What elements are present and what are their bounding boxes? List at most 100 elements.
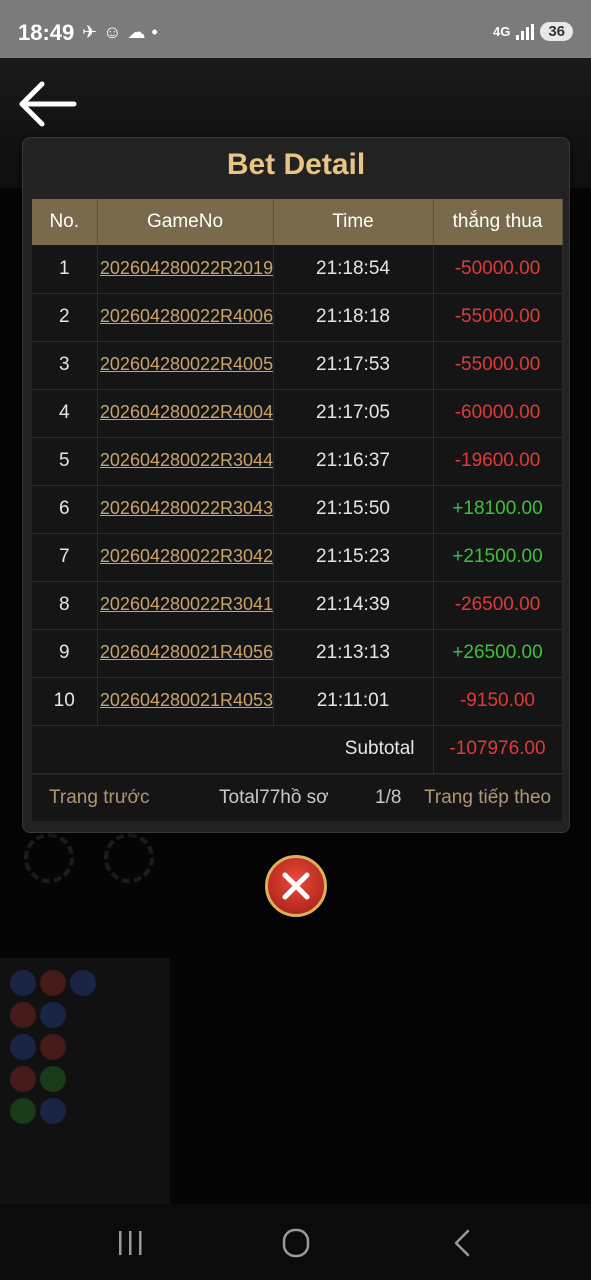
close-icon <box>282 872 310 900</box>
row-number: 6 <box>32 485 98 534</box>
system-nav-bar <box>0 1204 591 1280</box>
weather-icon: ☁ <box>127 22 146 42</box>
game-number-link[interactable]: 202604280021R4056 <box>99 642 275 663</box>
row-number: 10 <box>32 677 98 726</box>
subtotal-row: Subtotal -107976.00 <box>32 725 563 774</box>
game-number-cell: 202604280021R4053 <box>97 677 275 726</box>
table-row: 8 202604280022R3041 21:14:39 -26500.00 <box>32 581 563 630</box>
status-notification-icons: ✈ ☺ ☁ • <box>82 20 158 44</box>
bet-time: 21:17:05 <box>273 389 434 438</box>
bead-icon <box>40 1002 66 1028</box>
game-number-cell: 202604280022R3041 <box>97 581 275 630</box>
game-number-link[interactable]: 202604280021R4053 <box>99 690 275 711</box>
table-row: 10 202604280021R4053 21:11:01 -9150.00 <box>32 677 563 726</box>
bet-time: 21:15:50 <box>273 485 434 534</box>
game-number-link[interactable]: 202604280022R4004 <box>99 402 275 423</box>
bead-icon <box>10 1098 36 1124</box>
win-loss-amount: -26500.00 <box>433 581 563 630</box>
table-header-row: No. GameNo Time thắng thua <box>32 199 563 245</box>
bead-icon <box>10 1002 36 1028</box>
game-number-link[interactable]: 202604280022R4005 <box>99 354 275 375</box>
bet-time: 21:18:18 <box>273 293 434 342</box>
game-number-cell: 202604280022R2019 <box>97 245 275 294</box>
bet-detail-modal: Bet Detail No. GameNo Time thắng thua 12… <box>22 137 570 833</box>
table-row: 7 202604280022R3042 21:15:23 +21500.00 <box>32 533 563 582</box>
game-number-cell: 202604280022R4006 <box>97 293 275 342</box>
table-row: 2 202604280022R4006 21:18:18 -55000.00 <box>32 293 563 342</box>
arrow-left-icon <box>19 81 77 127</box>
game-number-link[interactable]: 202604280022R3043 <box>99 498 275 519</box>
bet-time: 21:18:54 <box>273 245 434 294</box>
row-number: 8 <box>32 581 98 630</box>
game-number-link[interactable]: 202604280022R3044 <box>99 450 275 471</box>
column-header-no: No. <box>32 199 98 245</box>
bead-icon <box>40 1066 66 1092</box>
column-header-time: Time <box>273 199 434 245</box>
win-loss-amount: -50000.00 <box>433 245 563 294</box>
bead-icon <box>70 970 96 996</box>
row-number: 1 <box>32 245 98 294</box>
home-button[interactable] <box>276 1228 316 1258</box>
app-icon: ☺ <box>103 22 122 42</box>
bead-icon <box>40 970 66 996</box>
total-records: Total77hồ sơ <box>219 787 329 808</box>
game-number-cell: 202604280022R4005 <box>97 341 275 390</box>
row-number: 9 <box>32 629 98 678</box>
win-loss-amount: -55000.00 <box>433 341 563 390</box>
bead-icon <box>10 1034 36 1060</box>
table-row: 1 202604280022R2019 21:18:54 -50000.00 <box>32 245 563 294</box>
game-number-link[interactable]: 202604280022R2019 <box>99 258 275 279</box>
dot-icon: • <box>151 22 158 42</box>
status-time: 18:49 <box>18 20 75 45</box>
bet-time: 21:15:23 <box>273 533 434 582</box>
game-number-link[interactable]: 202604280022R3041 <box>99 594 275 615</box>
table-row: 9 202604280021R4056 21:13:13 +26500.00 <box>32 629 563 678</box>
game-number-cell: 202604280022R3044 <box>97 437 275 486</box>
game-number-cell: 202604280022R3043 <box>97 485 275 534</box>
row-number: 5 <box>32 437 98 486</box>
win-loss-amount: -60000.00 <box>433 389 563 438</box>
chip-icon <box>104 833 154 883</box>
row-number: 7 <box>32 533 98 582</box>
subtotal-label: Subtotal <box>32 725 434 774</box>
bead-icon <box>40 1034 66 1060</box>
table-row: 5 202604280022R3044 21:16:37 -19600.00 <box>32 437 563 486</box>
bead-icon <box>10 1066 36 1092</box>
chip-icon <box>24 833 74 883</box>
subtotal-value: -107976.00 <box>433 725 563 774</box>
win-loss-amount: +21500.00 <box>433 533 563 582</box>
column-header-result: thắng thua <box>433 199 563 245</box>
telegram-icon: ✈ <box>82 22 98 42</box>
win-loss-amount: -55000.00 <box>433 293 563 342</box>
table-row: 6 202604280022R3043 21:15:50 +18100.00 <box>32 485 563 534</box>
win-loss-amount: -19600.00 <box>433 437 563 486</box>
back-button[interactable] <box>18 80 78 128</box>
back-icon <box>454 1229 470 1257</box>
previous-page-button[interactable]: Trang trước <box>49 787 150 809</box>
row-number: 4 <box>32 389 98 438</box>
game-number-link[interactable]: 202604280022R4006 <box>99 306 275 327</box>
game-number-link[interactable]: 202604280022R3042 <box>99 546 275 567</box>
win-loss-amount: +26500.00 <box>433 629 563 678</box>
bet-time: 21:16:37 <box>273 437 434 486</box>
table-row: 3 202604280022R4005 21:17:53 -55000.00 <box>32 341 563 390</box>
win-loss-amount: +18100.00 <box>433 485 563 534</box>
close-button[interactable] <box>265 855 327 917</box>
bet-time: 21:13:13 <box>273 629 434 678</box>
pagination-bar: Trang trước Total77hồ sơ 1/8 Trang tiếp … <box>32 775 562 821</box>
home-icon <box>282 1228 310 1258</box>
nav-back-button[interactable] <box>442 1228 482 1258</box>
bet-time: 21:11:01 <box>273 677 434 726</box>
table-row: 4 202604280022R4004 21:17:05 -60000.00 <box>32 389 563 438</box>
bet-time: 21:14:39 <box>273 581 434 630</box>
game-number-cell: 202604280022R3042 <box>97 533 275 582</box>
game-number-cell: 202604280022R4004 <box>97 389 275 438</box>
signal-icon <box>516 23 535 40</box>
status-bar: 18:49 ✈ ☺ ☁ • 4G 36 <box>0 0 591 58</box>
next-page-button[interactable]: Trang tiếp theo <box>424 787 551 809</box>
bead-icon <box>40 1098 66 1124</box>
status-system-icons: 4G 36 <box>493 22 573 41</box>
page-indicator: 1/8 <box>375 787 402 808</box>
row-number: 3 <box>32 341 98 390</box>
recent-apps-button[interactable] <box>110 1228 150 1258</box>
